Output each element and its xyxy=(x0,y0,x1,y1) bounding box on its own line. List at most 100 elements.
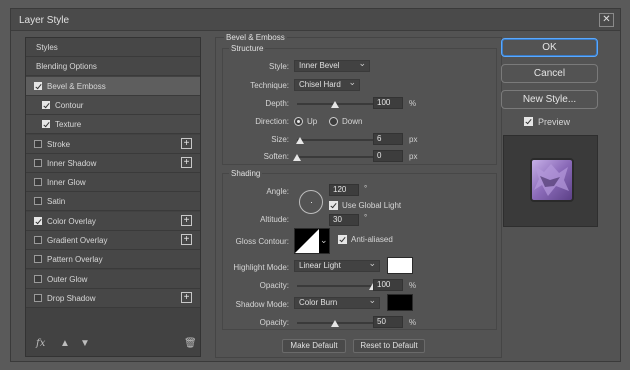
shadow-opacity-label: Opacity: xyxy=(259,318,289,327)
style-item-color-overlay[interactable]: Color Overlay + xyxy=(26,211,200,231)
structure-title: Structure xyxy=(229,44,266,53)
title-bar: Layer Style ✕ xyxy=(11,9,620,31)
anti-aliased-label: Anti-aliased xyxy=(351,235,393,244)
direction-down-radio[interactable] xyxy=(329,117,338,126)
altitude-input[interactable]: 30 xyxy=(329,214,359,226)
style-item-bevel-emboss[interactable]: Bevel & Emboss xyxy=(26,76,200,96)
highlight-opacity-label: Opacity: xyxy=(259,281,289,290)
preview-checkbox[interactable] xyxy=(524,117,533,126)
size-input[interactable]: 6 xyxy=(373,133,403,145)
style-item-contour[interactable]: Contour xyxy=(26,95,200,115)
style-item-gradient-overlay[interactable]: Gradient Overlay + xyxy=(26,231,200,250)
close-icon[interactable]: ✕ xyxy=(599,13,614,27)
style-item-checkbox[interactable] xyxy=(34,255,42,264)
style-item-drop-shadow[interactable]: Drop Shadow + xyxy=(26,288,200,308)
soften-label: Soften: xyxy=(263,152,289,161)
contour-curve-icon xyxy=(295,229,319,253)
shadow-color-swatch[interactable] xyxy=(387,294,413,311)
depth-input[interactable]: 100 xyxy=(373,97,403,109)
style-label: Style: xyxy=(268,62,289,71)
style-item-checkbox[interactable] xyxy=(34,139,42,148)
add-effect-icon[interactable]: + xyxy=(181,137,192,149)
cancel-button[interactable]: Cancel xyxy=(501,64,598,83)
angle-dial[interactable] xyxy=(299,190,323,214)
highlight-color-swatch[interactable] xyxy=(387,257,413,274)
style-item-stroke[interactable]: Stroke + xyxy=(26,134,200,154)
gloss-contour-picker[interactable]: ⌄ xyxy=(294,228,330,254)
reset-to-default-button[interactable]: Reset to Default xyxy=(353,339,425,353)
size-slider-thumb[interactable] xyxy=(296,137,305,144)
highlight-mode-dropdown[interactable]: Linear Light xyxy=(294,258,380,272)
style-item-styles[interactable]: Styles xyxy=(26,38,200,57)
fx-icon[interactable]: fx xyxy=(36,338,45,349)
style-item-blending-options[interactable]: Blending Options xyxy=(26,57,200,77)
global-light-checkbox[interactable] xyxy=(329,201,338,210)
style-item-inner-glow[interactable]: Inner Glow xyxy=(26,173,200,193)
angle-label: Angle: xyxy=(266,187,289,196)
direction-up-radio[interactable] xyxy=(294,117,303,126)
shadow-opacity-unit: % xyxy=(409,318,417,327)
add-effect-icon[interactable]: + xyxy=(181,156,192,168)
move-up-icon[interactable]: ▲ xyxy=(60,338,70,349)
ok-button[interactable]: OK xyxy=(501,38,598,57)
shading-group: Shading Angle: 120 ° Use Global Light Al… xyxy=(222,169,497,330)
angle-unit: ° xyxy=(364,184,368,193)
make-default-button[interactable]: Make Default xyxy=(282,339,346,353)
move-down-icon[interactable]: ▼ xyxy=(80,338,90,349)
style-item-checkbox[interactable] xyxy=(34,293,42,302)
new-style-button[interactable]: New Style... xyxy=(501,90,598,109)
style-item-checkbox[interactable] xyxy=(34,274,42,283)
shadow-opacity-input[interactable]: 50 xyxy=(373,316,403,328)
style-item-satin[interactable]: Satin xyxy=(26,192,200,212)
style-item-checkbox[interactable] xyxy=(34,158,42,167)
style-item-outer-glow[interactable]: Outer Glow xyxy=(26,269,200,289)
style-item-label: Contour xyxy=(55,100,84,110)
settings-panel: Bevel & Emboss Structure Style: Inner Be… xyxy=(215,33,502,358)
structure-group: Structure Style: Inner Bevel Technique: … xyxy=(222,44,497,165)
add-effect-icon[interactable]: + xyxy=(181,291,192,303)
add-effect-icon[interactable]: + xyxy=(181,214,192,226)
soften-slider-thumb[interactable] xyxy=(293,154,301,161)
depth-label: Depth: xyxy=(265,99,289,108)
style-item-checkbox[interactable] xyxy=(42,100,50,109)
technique-label: Technique: xyxy=(250,81,289,90)
style-item-checkbox[interactable] xyxy=(34,216,42,225)
angle-input[interactable]: 120 xyxy=(329,184,359,196)
style-item-label: Styles xyxy=(36,43,58,52)
technique-dropdown[interactable]: Chisel Hard xyxy=(294,77,360,91)
style-item-texture[interactable]: Texture xyxy=(26,115,200,135)
styles-list: Drop Shadow + Outer Glow Pattern Overlay Gra… xyxy=(25,37,201,357)
trash-icon[interactable]: 🗑 xyxy=(184,338,197,349)
highlight-opacity-input[interactable]: 100 xyxy=(373,279,403,291)
style-item-checkbox[interactable] xyxy=(34,178,42,187)
style-item-checkbox[interactable] xyxy=(42,120,50,129)
style-item-checkbox[interactable] xyxy=(34,236,42,244)
add-effect-icon[interactable]: + xyxy=(181,234,192,245)
style-item-pattern-overlay[interactable]: Pattern Overlay xyxy=(26,250,200,270)
soften-input[interactable]: 0 xyxy=(373,150,403,162)
shadow-mode-dropdown[interactable]: Color Burn xyxy=(294,295,380,309)
shadow-opacity-slider[interactable] xyxy=(297,319,373,327)
gloss-contour-label: Gloss Contour: xyxy=(235,237,289,246)
style-item-checkbox[interactable] xyxy=(34,81,42,90)
style-dropdown[interactable]: Inner Bevel xyxy=(294,58,370,72)
style-item-checkbox[interactable] xyxy=(34,197,42,206)
anti-aliased-checkbox[interactable] xyxy=(338,235,347,244)
size-unit: px xyxy=(409,135,418,144)
size-label: Size: xyxy=(271,135,289,144)
soften-slider[interactable] xyxy=(293,153,373,161)
depth-slider-thumb[interactable] xyxy=(331,101,339,108)
preview-label: Preview xyxy=(538,117,571,127)
highlight-opacity-unit: % xyxy=(409,281,417,290)
style-item-label: Inner Shadow xyxy=(47,158,97,168)
style-item-label: Drop Shadow xyxy=(47,293,96,303)
style-item-inner-shadow[interactable]: Inner Shadow + xyxy=(26,153,200,173)
highlight-opacity-slider[interactable] xyxy=(297,282,377,290)
depth-slider[interactable] xyxy=(297,100,373,108)
size-slider[interactable] xyxy=(296,136,373,144)
altitude-unit: ° xyxy=(364,213,368,222)
direction-label: Direction: xyxy=(255,117,289,126)
shadow-opacity-thumb[interactable] xyxy=(331,320,339,327)
altitude-label: Altitude: xyxy=(260,215,289,224)
style-item-label: Pattern Overlay xyxy=(47,255,103,265)
